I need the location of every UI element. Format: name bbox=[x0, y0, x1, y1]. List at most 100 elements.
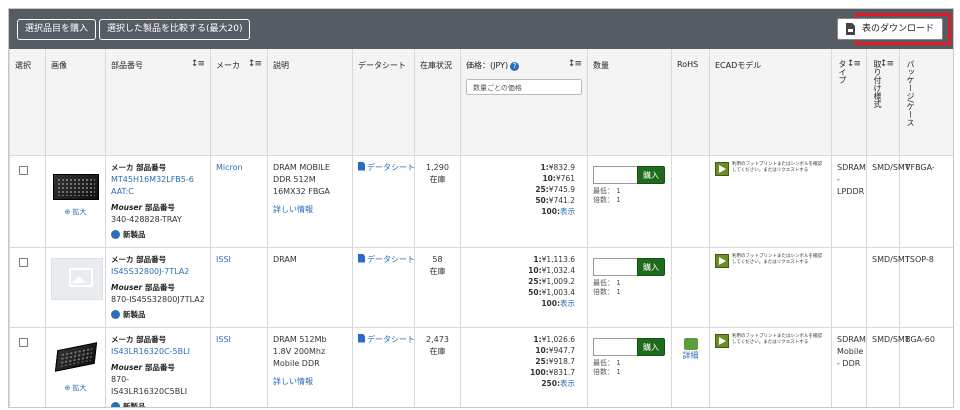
price-value: ¥745.9 bbox=[548, 184, 575, 194]
col-price-label: 価格：(JPY) bbox=[466, 61, 509, 70]
product-image[interactable] bbox=[54, 341, 97, 372]
price-qty: 1: bbox=[540, 162, 549, 172]
col-mounting[interactable]: 取り付け様式 ↕≡ bbox=[866, 49, 900, 156]
zoom-link[interactable]: ⊕ 拡大 bbox=[51, 206, 100, 218]
price-value: ¥761 bbox=[555, 173, 575, 183]
ecad-icon bbox=[715, 253, 729, 268]
mouser-part-suffix: 部品番号 bbox=[142, 362, 175, 372]
row-checkbox[interactable] bbox=[19, 257, 28, 267]
col-manufacturer[interactable]: メーカ ↕≡ bbox=[210, 49, 268, 156]
manufacturer-link[interactable]: ISSI bbox=[216, 255, 231, 264]
col-ecad: ECADモデル bbox=[709, 49, 832, 156]
datasheet-link[interactable]: データシート bbox=[358, 161, 415, 172]
sort-icon[interactable]: ↕≡ bbox=[248, 59, 262, 69]
buy-button[interactable]: 購入 bbox=[637, 337, 665, 356]
details-link[interactable]: 詳しい情報 bbox=[273, 204, 347, 216]
type-value: SDRAM Mobile - DDR bbox=[831, 327, 867, 407]
price-qty: 25: bbox=[528, 276, 542, 286]
buy-button[interactable]: 購入 bbox=[637, 165, 665, 184]
row-checkbox[interactable] bbox=[19, 337, 28, 347]
mouser-part-label: Mouser 部品番号 bbox=[111, 202, 205, 214]
new-product-icon bbox=[111, 230, 120, 239]
buy-selected-button[interactable]: 選択品目を購入 bbox=[17, 19, 97, 40]
datasheet-link[interactable]: データシート bbox=[358, 253, 415, 264]
buy-button[interactable]: 購入 bbox=[637, 257, 665, 276]
table-row: ⊕ 拡大 メーカ 部品番号 IS43LR16320C-5BLI Mouser 部… bbox=[9, 327, 953, 408]
stock-count: 2,473 bbox=[426, 334, 449, 344]
price-qty: 25: bbox=[535, 356, 549, 366]
stock-label: 在庫 bbox=[429, 346, 446, 356]
col-stock: 在庫状況 bbox=[414, 49, 461, 156]
price-qty: 100: bbox=[541, 206, 560, 216]
col-package[interactable]: パッケージ/ケース↕≡ bbox=[899, 49, 953, 156]
mfr-part-link[interactable]: MT45H16M32LFB5-6 AAT:C bbox=[111, 175, 194, 196]
col-quantity: 数量 bbox=[587, 49, 672, 156]
col-package-label: パッケージ/ケース bbox=[906, 60, 915, 127]
new-product-badge: 新製品 bbox=[111, 401, 205, 408]
price-qty: 100: bbox=[530, 367, 549, 377]
price-value: ¥1,026.6 bbox=[541, 334, 575, 344]
sort-icon[interactable]: ↕≡ bbox=[880, 59, 894, 69]
pdf-icon bbox=[358, 161, 365, 171]
col-select: 選択 bbox=[9, 49, 46, 156]
pdf-icon bbox=[358, 333, 365, 343]
mouser-part-label: Mouser 部品番号 bbox=[111, 282, 205, 294]
product-image[interactable] bbox=[52, 173, 99, 200]
zoom-link[interactable]: ⊕ 拡大 bbox=[51, 382, 100, 394]
document-icon bbox=[845, 23, 855, 35]
mfr-part-label: メーカ 部品番号 bbox=[111, 162, 167, 172]
quantity-input[interactable] bbox=[593, 257, 637, 276]
rohs-details-link[interactable]: 詳細 bbox=[683, 351, 699, 360]
package-value: VFBGA- bbox=[899, 155, 953, 248]
ecad-model[interactable]: 利用のフットプリントまたはシンボルを確認してください。またはリクエストする bbox=[715, 161, 826, 176]
price-qty: 250: bbox=[541, 378, 560, 388]
col-part-number[interactable]: 部品番号 ↕≡ bbox=[105, 49, 211, 156]
quantity-input[interactable] bbox=[593, 337, 637, 356]
col-price[interactable]: 価格：(JPY)? ↕≡ 数量ごとの価格 bbox=[460, 49, 588, 156]
stock-label: 在庫 bbox=[429, 174, 446, 184]
package-value: BGA-60 bbox=[899, 327, 953, 407]
mouser-label: Mouser bbox=[111, 362, 143, 372]
ecad-model[interactable]: 利用のフットプリントまたはシンボルを確認してください。またはリクエストする bbox=[715, 333, 826, 348]
manufacturer-link[interactable]: ISSI bbox=[216, 335, 231, 344]
col-datasheet: データシート bbox=[352, 49, 415, 156]
col-rohs: RoHS bbox=[671, 49, 710, 156]
datasheet-link[interactable]: データシート bbox=[358, 333, 415, 344]
price-value: ¥918.7 bbox=[548, 356, 575, 366]
sort-icon[interactable]: ↕≡ bbox=[191, 59, 205, 69]
type-value: SDRAM - LPDDR bbox=[831, 155, 867, 248]
sort-icon[interactable]: ↕≡ bbox=[847, 59, 861, 69]
mouser-part-suffix: 部品番号 bbox=[142, 282, 175, 292]
details-link[interactable]: 詳しい情報 bbox=[273, 376, 347, 388]
ecad-text: 利用のフットプリントまたはシンボルを確認してください。またはリクエストする bbox=[732, 253, 822, 265]
price-show-link[interactable]: 表示 bbox=[560, 379, 575, 388]
mouser-part-number: 870-IS43LR16320C5BLI bbox=[111, 374, 188, 396]
col-type[interactable]: タイプ ↕≡ bbox=[831, 49, 867, 156]
price-show-link[interactable]: 表示 bbox=[560, 299, 575, 308]
download-table-button[interactable]: 表のダウンロード bbox=[836, 18, 943, 40]
stock-label: 在庫 bbox=[429, 266, 446, 276]
new-product-icon bbox=[111, 310, 120, 319]
manufacturer-link[interactable]: Micron bbox=[216, 163, 243, 172]
sort-icon[interactable]: ↕≡ bbox=[568, 59, 582, 69]
minimum-qty: 最低： 1 bbox=[593, 278, 621, 287]
help-icon[interactable]: ? bbox=[510, 62, 520, 71]
mouser-label: Mouser bbox=[111, 282, 143, 292]
new-product-label: 新製品 bbox=[123, 401, 146, 408]
row-checkbox[interactable] bbox=[19, 165, 28, 175]
quantity-input[interactable] bbox=[593, 165, 637, 184]
price-qty: 25: bbox=[535, 184, 549, 194]
rohs-leaf-icon bbox=[683, 337, 698, 350]
datasheet-label: データシート bbox=[367, 162, 415, 172]
mfr-part-link[interactable]: IS43LR16320C-5BLI bbox=[111, 347, 190, 356]
mfr-part-link[interactable]: IS45S32800J-7TLA2 bbox=[111, 267, 189, 276]
col-description: 説明 bbox=[267, 49, 353, 156]
datasheet-label: データシート bbox=[367, 334, 415, 344]
ecad-model[interactable]: 利用のフットプリントまたはシンボルを確認してください。またはリクエストする bbox=[715, 253, 826, 268]
price-quantity-filter[interactable]: 数量ごとの価格 bbox=[466, 79, 582, 95]
price-value: ¥741.2 bbox=[548, 195, 575, 205]
results-toolbar: 選択品目を購入 選択した製品を比較する(最大20) 表のダウンロード bbox=[9, 9, 953, 49]
compare-selected-button[interactable]: 選択した製品を比較する(最大20) bbox=[99, 19, 251, 40]
price-qty: 1: bbox=[533, 254, 542, 264]
price-show-link[interactable]: 表示 bbox=[560, 207, 575, 216]
